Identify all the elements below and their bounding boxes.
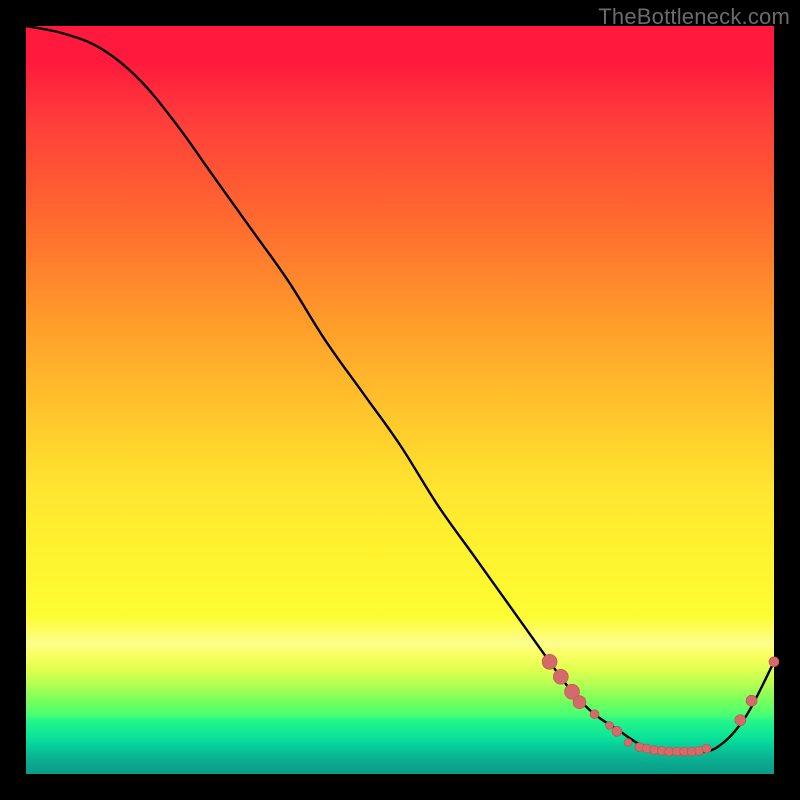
data-marker [590,710,599,719]
watermark-text: TheBottleneck.com [598,4,790,30]
marker-group [542,654,779,756]
bottleneck-curve [26,26,774,752]
chart-svg [26,26,774,774]
chart-stage: TheBottleneck.com [0,0,800,800]
data-marker [769,657,779,667]
data-marker [573,696,586,709]
data-marker [542,654,557,669]
data-marker [553,669,568,684]
data-marker [735,715,746,726]
data-marker [746,695,757,706]
plot-area [26,26,774,774]
data-marker [702,744,711,753]
data-marker [605,721,613,729]
data-marker [612,726,622,736]
data-marker [624,739,632,747]
